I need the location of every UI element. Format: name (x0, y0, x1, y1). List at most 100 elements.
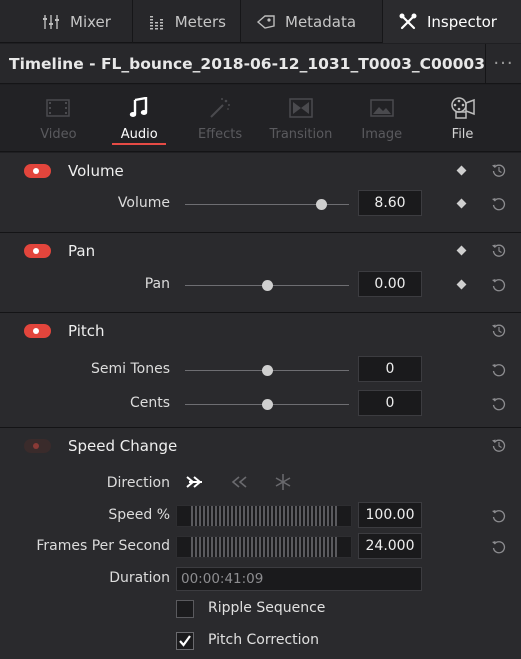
toolbar-meters[interactable]: Meters (133, 0, 241, 43)
semitones-value-field[interactable]: 0 (358, 356, 422, 382)
pitch-section-title: Pitch (68, 321, 105, 340)
speed-change-enable-toggle[interactable] (24, 438, 51, 453)
pan-value-field[interactable]: 0.00 (358, 271, 422, 297)
fps-value-field[interactable]: 24.000 (358, 533, 422, 559)
forward-direction-icon[interactable] (185, 473, 205, 495)
volume-enable-toggle[interactable] (24, 163, 51, 178)
volume-section-title: Volume (68, 161, 124, 180)
speed-change-section-header: Speed Change (0, 428, 521, 463)
checkmark-icon (179, 635, 191, 647)
inspector-tabs: Video Audio Effects Transition Image Fil… (0, 85, 521, 152)
pan-row: Pan 0.00 (0, 268, 521, 302)
volume-slider-knob[interactable] (315, 199, 327, 210)
volume-section-header: Volume (0, 153, 521, 188)
keyframe-diamond-icon[interactable] (456, 165, 467, 176)
volume-slider[interactable] (185, 199, 349, 210)
reset-section-icon[interactable] (491, 437, 507, 453)
film-reel-icon (450, 95, 476, 121)
reset-icon[interactable] (491, 277, 507, 293)
toolbar-metadata[interactable]: Metadata (241, 0, 383, 43)
keyframe-diamond-icon[interactable] (456, 198, 467, 209)
clip-title-bar: Timeline - FL_bounce_2018-06-12_1031_T00… (0, 43, 521, 84)
keyframe-diamond-icon[interactable] (456, 245, 467, 256)
toolbar-metadata-label: Metadata (285, 12, 357, 31)
tab-file-label: File (451, 127, 474, 142)
music-note-icon (126, 95, 152, 121)
toolbar-mixer-label: Mixer (70, 12, 111, 31)
mixer-icon (40, 11, 62, 33)
pan-enable-toggle[interactable] (24, 243, 51, 258)
pitch-correction-row: Pitch Correction (0, 628, 521, 659)
pitch-section-header: Pitch (0, 313, 521, 348)
cents-slider[interactable] (185, 399, 349, 410)
reset-icon[interactable] (491, 196, 507, 212)
keyframe-diamond-icon[interactable] (456, 279, 467, 290)
duration-row: Duration 00:00:41:09 (0, 561, 521, 595)
pan-slider-knob[interactable] (261, 280, 273, 291)
volume-row: Volume 8.60 (0, 187, 521, 221)
ripple-sequence-row: Ripple Sequence (0, 597, 521, 631)
inspector-icon (397, 11, 419, 33)
speed-percent-value-field[interactable]: 100.00 (358, 502, 422, 528)
speed-percent-scrubber[interactable] (176, 505, 352, 527)
reset-icon[interactable] (491, 396, 507, 412)
tab-image[interactable]: Image (343, 85, 421, 151)
video-icon (45, 95, 71, 121)
tab-effects-label: Effects (197, 127, 243, 142)
toolbar-inspector-label: Inspector (427, 12, 497, 31)
cents-row: Cents 0 (0, 387, 521, 421)
duration-value-field[interactable]: 00:00:41:09 (176, 567, 422, 591)
meters-icon (147, 11, 167, 33)
magic-wand-icon (207, 95, 233, 121)
metadata-icon (255, 11, 277, 33)
tab-audio[interactable]: Audio (100, 85, 178, 151)
semitones-slider[interactable] (185, 365, 349, 376)
more-options-button[interactable]: ··· (485, 43, 521, 84)
cents-label: Cents (129, 395, 170, 411)
pan-slider[interactable] (185, 280, 349, 291)
toolbar-meters-label: Meters (174, 12, 226, 31)
ripple-sequence-label: Ripple Sequence (208, 600, 326, 616)
image-icon (369, 95, 395, 121)
pitch-correction-label: Pitch Correction (208, 632, 319, 648)
tab-audio-label: Audio (120, 127, 158, 142)
tab-transition-label: Transition (269, 127, 333, 142)
tab-image-label: Image (361, 127, 403, 142)
fps-row: Frames Per Second 24.000 (0, 530, 521, 564)
reset-icon[interactable] (491, 539, 507, 555)
toolbar-mixer[interactable]: Mixer (0, 0, 133, 43)
pitch-correction-checkbox[interactable] (176, 632, 194, 650)
semitones-label: Semi Tones (91, 361, 170, 377)
speed-percent-row: Speed % 100.00 (0, 499, 521, 533)
toolbar-inspector[interactable]: Inspector (383, 0, 521, 43)
speed-change-section-title: Speed Change (68, 436, 178, 455)
fps-scrubber[interactable] (176, 536, 352, 558)
reset-icon[interactable] (491, 508, 507, 524)
duration-label: Duration (109, 570, 170, 586)
tab-video[interactable]: Video (19, 85, 97, 151)
tab-transition[interactable]: Transition (262, 85, 340, 151)
ripple-sequence-checkbox[interactable] (176, 600, 194, 618)
speed-percent-label: Speed % (108, 507, 170, 523)
pitch-enable-toggle[interactable] (24, 323, 51, 338)
pan-param-label: Pan (144, 276, 170, 292)
reverse-direction-icon[interactable] (229, 473, 249, 495)
reset-icon[interactable] (491, 362, 507, 378)
direction-label: Direction (106, 475, 170, 491)
fps-label: Frames Per Second (36, 538, 170, 554)
tab-file[interactable]: File (424, 85, 502, 151)
tab-effects[interactable]: Effects (181, 85, 259, 151)
cents-slider-knob[interactable] (261, 399, 273, 410)
direction-row: Direction (0, 467, 521, 501)
cents-value-field[interactable]: 0 (358, 390, 422, 416)
volume-param-label: Volume (117, 195, 170, 211)
freeze-frame-icon[interactable] (273, 472, 293, 496)
reset-section-icon[interactable] (491, 322, 507, 338)
reset-section-icon[interactable] (491, 162, 507, 178)
volume-value-field[interactable]: 8.60 (358, 190, 422, 216)
reset-section-icon[interactable] (491, 242, 507, 258)
transition-icon (288, 95, 314, 121)
semitones-slider-knob[interactable] (261, 365, 273, 376)
panel-toolbar: Mixer Meters Metadata Inspector (0, 0, 521, 43)
semitones-row: Semi Tones 0 (0, 353, 521, 387)
